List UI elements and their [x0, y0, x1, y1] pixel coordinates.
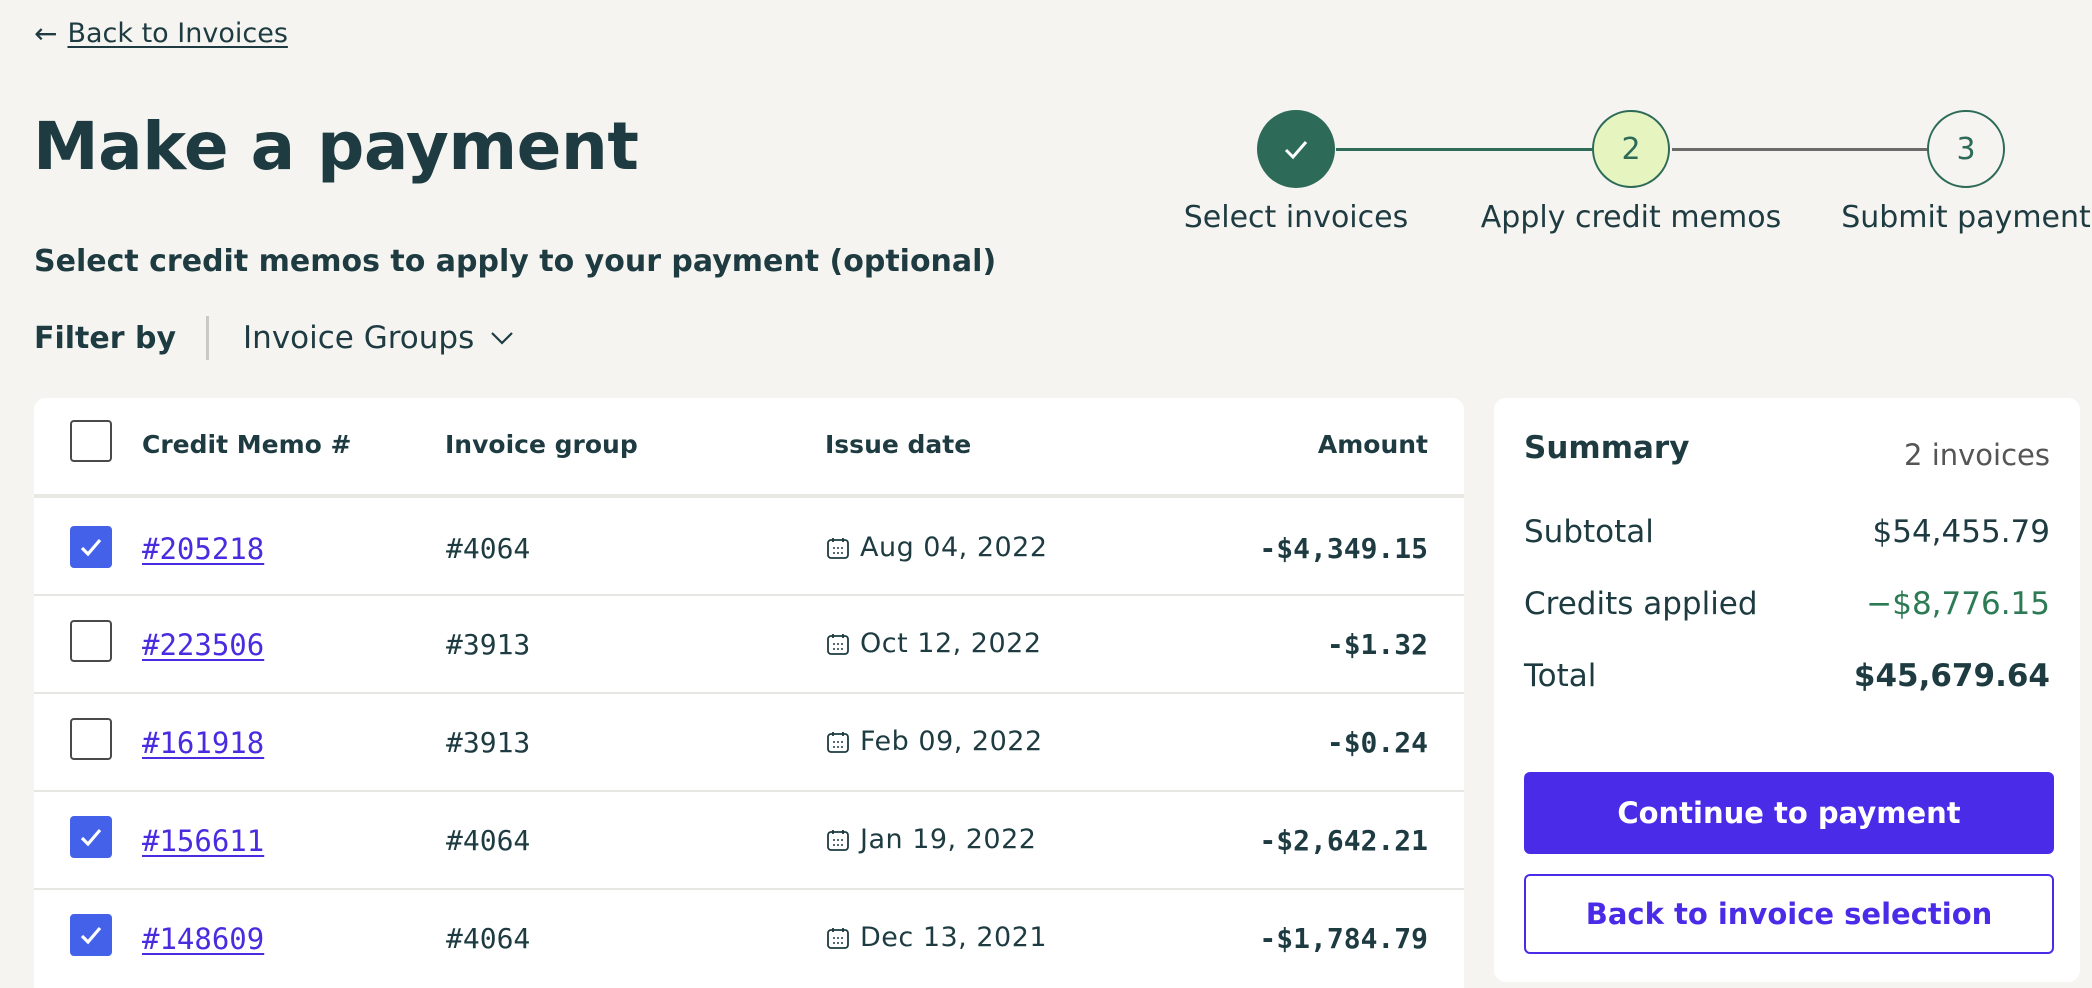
credit-memo-link[interactable]: #148609 [142, 922, 264, 956]
calendar-icon [827, 537, 849, 559]
credits-applied-value: −$8,776.15 [1866, 586, 2050, 622]
issue-date-cell: Feb 09, 2022 [826, 726, 1043, 757]
amount-cell: -$1,784.79 [1259, 922, 1428, 955]
checkmark-icon [80, 538, 102, 557]
total-value: $45,679.64 [1853, 658, 2050, 694]
table-row: #156611 #4064 Jan 19, 2022 -$2,642.21 [34, 792, 1464, 890]
subtotal-value: $54,455.79 [1872, 514, 2051, 550]
table-header: Credit Memo # Invoice group Issue date A… [34, 398, 1464, 498]
payment-stepper: 2 3 Select invoices Apply credit memos S… [0, 0, 2092, 260]
subtotal-label: Subtotal [1524, 514, 1654, 550]
filter-label: Filter by [34, 320, 177, 356]
amount-cell: -$4,349.15 [1259, 532, 1428, 565]
issue-date-cell: Oct 12, 2022 [826, 628, 1042, 659]
invoice-groups-dropdown-value: Invoice Groups [243, 320, 475, 356]
calendar-icon [827, 633, 849, 655]
filter-bar: Filter by Invoice Groups [34, 316, 514, 360]
table-row: #148609 #4064 Dec 13, 2021 -$1,784.79 [34, 890, 1464, 988]
column-header-invoice-group: Invoice group [445, 430, 638, 459]
select-all-checkbox[interactable] [70, 420, 112, 462]
issue-date-cell: Dec 13, 2021 [826, 922, 1047, 953]
checkmark-icon [80, 926, 102, 945]
total-label: Total [1524, 658, 1597, 694]
step-2-circle: 2 [1592, 110, 1670, 188]
issue-date-text: Dec 13, 2021 [860, 922, 1048, 953]
payment-summary-card: Summary 2 invoices Subtotal $54,455.79 C… [1494, 398, 2080, 982]
row-checkbox[interactable] [70, 526, 112, 568]
issue-date-text: Feb 09, 2022 [860, 726, 1043, 757]
credits-applied-label: Credits applied [1524, 586, 1758, 622]
step-2-number: 2 [1621, 131, 1641, 167]
issue-date-cell: Aug 04, 2022 [826, 532, 1048, 563]
column-header-credit-memo: Credit Memo # [142, 430, 352, 459]
table-row: #223506 #3913 Oct 12, 2022 -$1.32 [34, 596, 1464, 694]
step-connector-1 [1336, 148, 1592, 151]
issue-date-text: Oct 12, 2022 [860, 628, 1042, 659]
row-checkbox[interactable] [70, 620, 112, 662]
amount-cell: -$2,642.21 [1259, 824, 1428, 857]
calendar-icon [827, 829, 849, 851]
step-3-number: 3 [1956, 131, 1976, 167]
table-row: #161918 #3913 Feb 09, 2022 -$0.24 [34, 694, 1464, 792]
step-2-label: Apply credit memos [1480, 200, 1782, 235]
step-3-circle: 3 [1927, 110, 2005, 188]
credit-memo-table: Credit Memo # Invoice group Issue date A… [34, 398, 1464, 988]
invoice-group-cell: #3913 [446, 726, 531, 759]
step-3-label: Submit payment [1841, 200, 2091, 235]
row-checkbox[interactable] [70, 914, 112, 956]
row-checkbox[interactable] [70, 816, 112, 858]
amount-cell: -$1.32 [1326, 628, 1428, 661]
calendar-icon [827, 731, 849, 753]
calendar-icon [827, 927, 849, 949]
filter-divider [206, 316, 210, 360]
column-header-amount: Amount [1317, 430, 1428, 459]
credit-memo-link[interactable]: #156611 [142, 824, 264, 858]
invoice-group-cell: #4064 [446, 532, 531, 565]
chevron-down-icon [491, 332, 514, 345]
invoice-group-cell: #4064 [446, 922, 531, 955]
issue-date-text: Jan 19, 2022 [860, 824, 1037, 855]
invoice-groups-dropdown[interactable]: Invoice Groups [243, 320, 514, 356]
step-1-circle [1257, 110, 1335, 188]
credit-memo-link[interactable]: #161918 [142, 726, 264, 760]
checkmark-icon [80, 828, 102, 847]
make-payment-page: ← Back to Invoices Make a payment Select… [0, 0, 2092, 988]
amount-cell: -$0.24 [1326, 726, 1428, 759]
summary-invoice-count: 2 invoices [1904, 438, 2050, 472]
table-row: #205218 #4064 Aug 04, 2022 -$4,349.15 [34, 498, 1464, 596]
step-1-label: Select invoices [1183, 200, 1409, 235]
continue-to-payment-button[interactable]: Continue to payment [1524, 772, 2054, 854]
back-to-invoice-selection-button[interactable]: Back to invoice selection [1524, 874, 2054, 954]
invoice-group-cell: #3913 [446, 628, 531, 661]
step-connector-2 [1672, 148, 1928, 151]
issue-date-text: Aug 04, 2022 [860, 532, 1048, 563]
column-header-issue-date: Issue date [825, 430, 972, 459]
credit-memo-link[interactable]: #223506 [142, 628, 264, 662]
credit-memo-link[interactable]: #205218 [142, 532, 264, 566]
invoice-group-cell: #4064 [446, 824, 531, 857]
row-checkbox[interactable] [70, 718, 112, 760]
summary-title: Summary [1524, 430, 1690, 466]
checkmark-icon [1284, 141, 1308, 160]
issue-date-cell: Jan 19, 2022 [826, 824, 1036, 855]
